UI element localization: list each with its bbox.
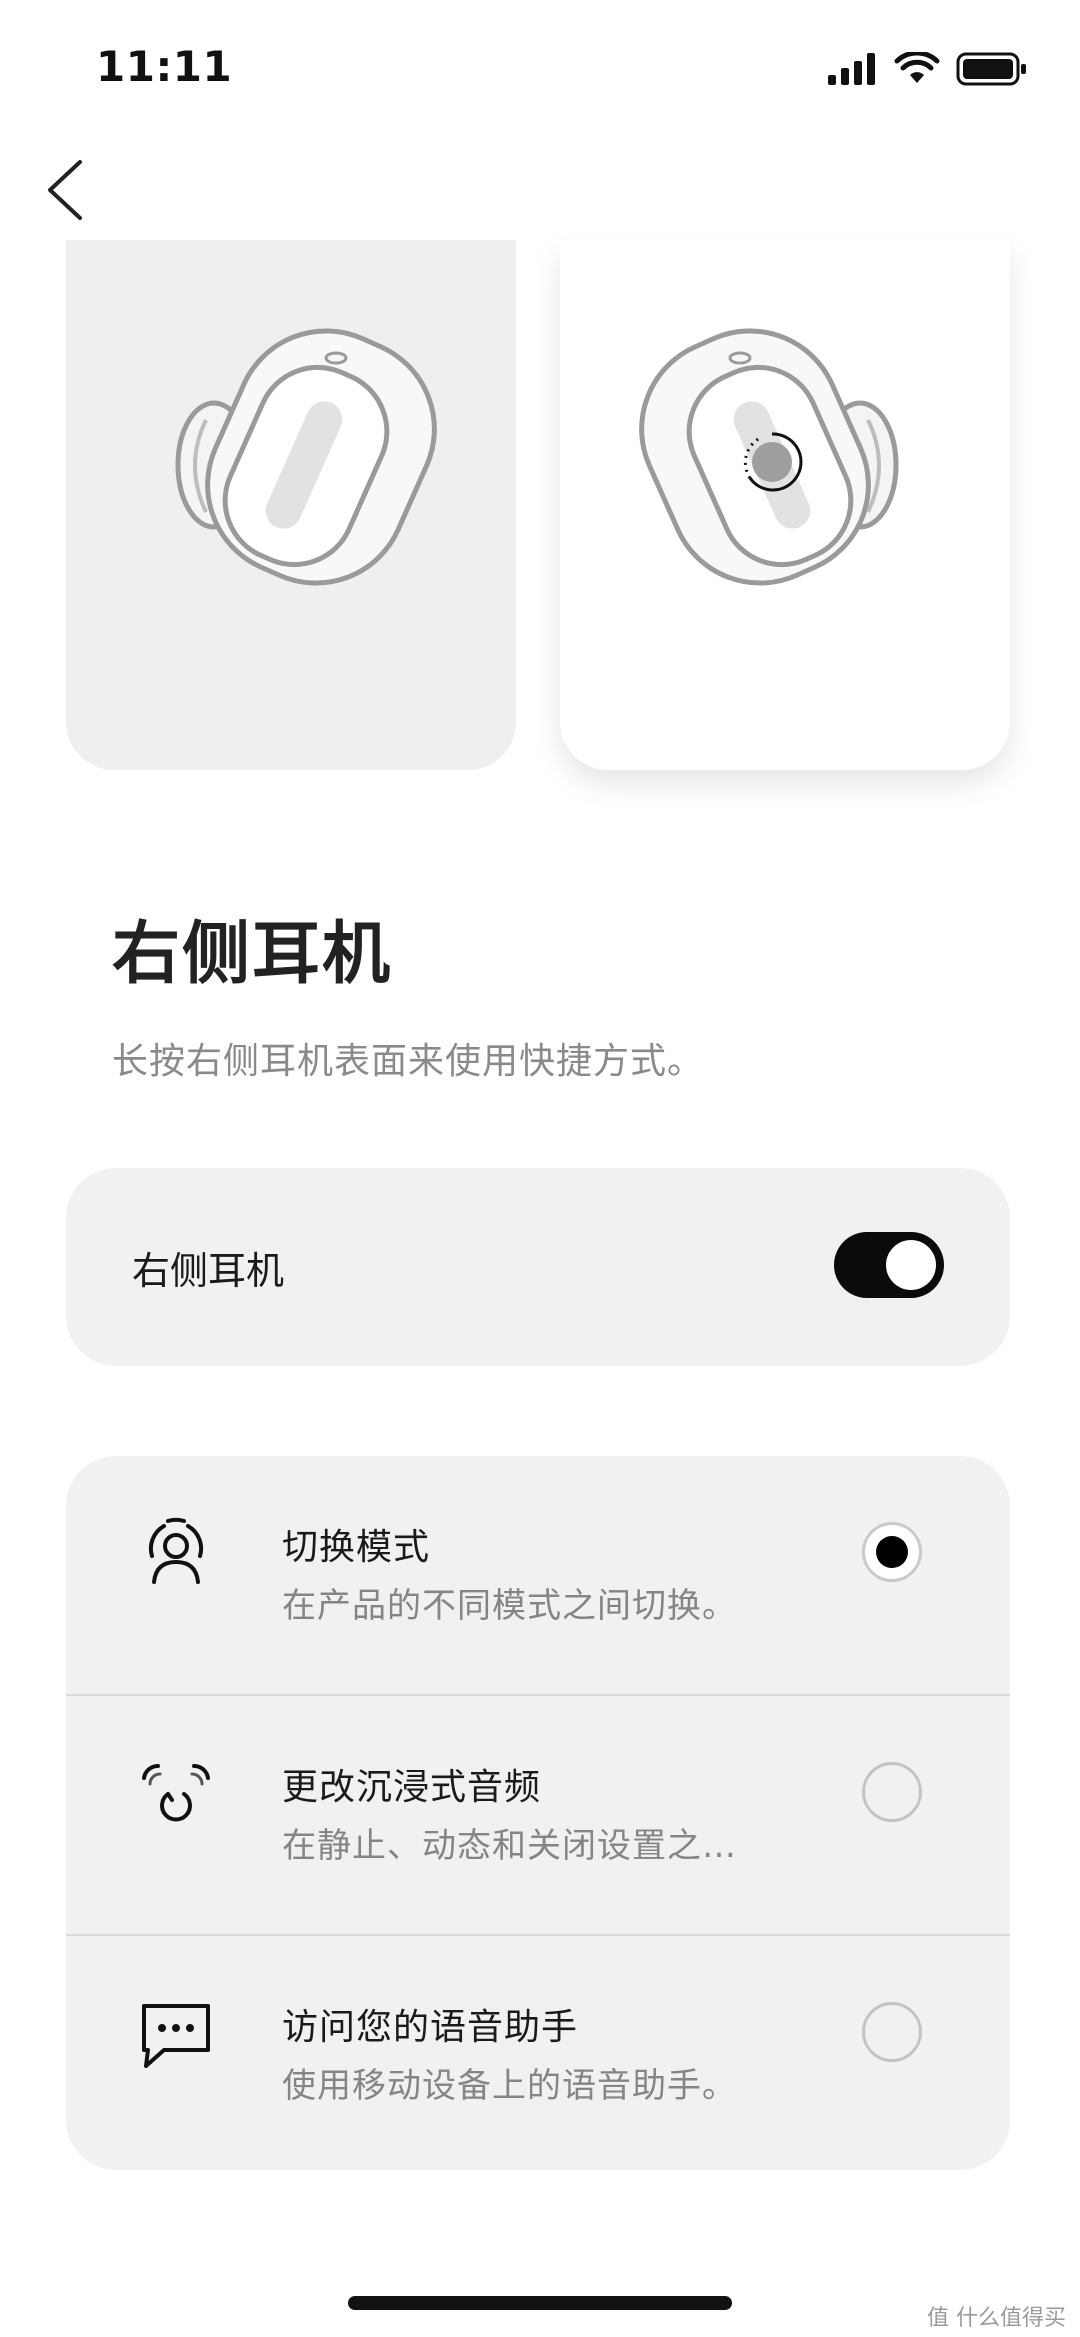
left-earbud-illustration [175, 328, 437, 586]
page-subtitle: 长按右侧耳机表面来使用快捷方式。 [112, 1041, 705, 1082]
wifi-icon [894, 52, 940, 83]
option-desc: 在产品的不同模式之间切换。 [282, 1586, 737, 1626]
option-radio-selected[interactable] [862, 1522, 922, 1582]
right-earbud-touch-illustration [639, 328, 899, 586]
mode-switch-icon [148, 1517, 204, 1584]
right-earbud-toggle-row: 右侧耳机 [66, 1168, 1010, 1366]
watermark: 值 什么值得买 [927, 2306, 1066, 2331]
option-switch-mode[interactable]: 切换模式 在产品的不同模式之间切换。 [66, 1456, 1010, 1694]
option-title: 切换模式 [282, 1527, 431, 1568]
page-title: 右侧耳机 [112, 915, 393, 994]
right-earbud-card[interactable] [560, 240, 1010, 770]
option-desc: 使用移动设备上的语音助手。 [282, 2066, 737, 2106]
cellular-signal-icon [828, 53, 875, 85]
back-button[interactable] [40, 150, 100, 230]
status-time: 11:11 [96, 42, 233, 91]
shortcut-options-list: 切换模式 在产品的不同模式之间切换。 更改沉浸式音频 在静止、动态和关闭设置之…… [66, 1456, 1010, 2170]
immersive-audio-icon [142, 1763, 210, 1822]
option-voice-assistant[interactable]: 访问您的语音助手 使用移动设备上的语音助手。 [66, 1934, 1010, 2170]
voice-assistant-icon [142, 2004, 210, 2068]
option-title: 更改沉浸式音频 [282, 1767, 542, 1808]
option-title: 访问您的语音助手 [282, 2007, 579, 2048]
option-radio[interactable] [862, 2002, 922, 2062]
status-icons [828, 48, 1028, 90]
home-indicator[interactable] [348, 2296, 732, 2310]
option-immersive-audio[interactable]: 更改沉浸式音频 在静止、动态和关闭设置之… [66, 1694, 1010, 1934]
radio-dot [876, 1536, 908, 1568]
toggle-label: 右侧耳机 [132, 1249, 285, 1293]
option-desc: 在静止、动态和关闭设置之… [282, 1826, 737, 1866]
left-earbud-card[interactable] [66, 240, 516, 770]
chevron-left-icon [48, 160, 82, 220]
right-earbud-switch[interactable] [834, 1232, 944, 1298]
switch-knob [886, 1240, 936, 1290]
option-radio[interactable] [862, 1762, 922, 1822]
battery-icon [956, 52, 1026, 86]
